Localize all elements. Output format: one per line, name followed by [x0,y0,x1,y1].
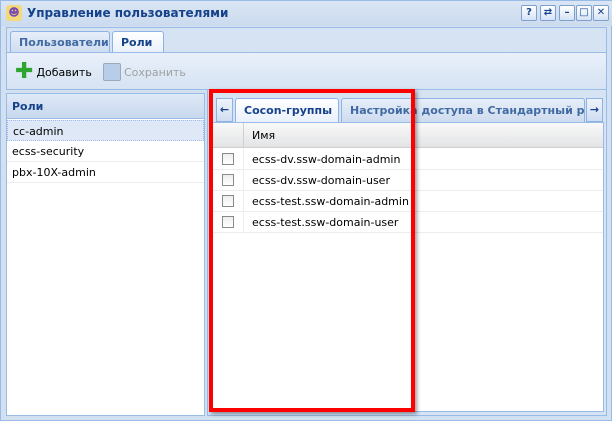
plus-icon: ✚ [15,59,34,84]
floppy-icon [103,63,121,81]
role-item[interactable]: cc-admin [7,120,204,141]
tab-roles[interactable]: Роли [112,31,164,53]
save-button[interactable]: Сохранить [99,61,190,83]
save-label: Сохранить [124,65,186,79]
main-tabs: Пользователи Роли [6,27,607,53]
toolbar: ✚ Добавить Сохранить [6,52,607,90]
refresh-icon[interactable]: ⇄ [540,5,556,21]
scroll-right-icon[interactable]: → [586,98,603,122]
highlight-frame [209,89,415,412]
close-icon[interactable]: ✕ [593,5,609,21]
add-label: Добавить [36,65,92,79]
roles-panel: Роли cc-admin ecss-security pbx-10X-admi… [6,93,205,416]
tab-users[interactable]: Пользователи [10,31,110,53]
roles-header: Роли [7,94,204,119]
user-management-window: ☻ Управление пользователями ? ⇄ – □ ✕ По… [0,0,612,421]
users-icon: ☻ [6,5,22,21]
role-item[interactable]: pbx-10X-admin [7,162,204,183]
minimize-icon[interactable]: – [559,5,575,21]
window-title: Управление пользователями [27,6,229,20]
add-button[interactable]: ✚ Добавить [11,61,96,83]
role-item[interactable]: ecss-security [7,141,204,162]
title-bar: ☻ Управление пользователями ? ⇄ – □ ✕ [1,1,612,26]
maximize-icon[interactable]: □ [576,5,592,21]
help-icon[interactable]: ? [521,5,537,21]
